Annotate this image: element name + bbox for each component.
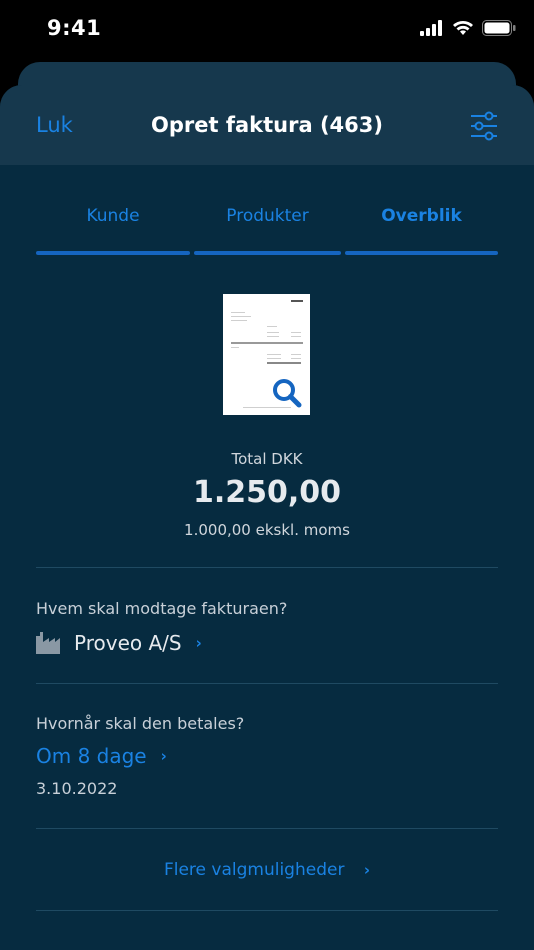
divider: [36, 910, 498, 911]
tab-produkter[interactable]: Produkter: [194, 205, 341, 255]
page-title: Opret faktura (463): [151, 113, 383, 137]
subtotal-text: 1.000,00 ekskl. moms: [184, 521, 350, 539]
more-options-button[interactable]: Flere valgmuligheder ›: [0, 860, 534, 880]
tab-label: Kunde: [86, 206, 140, 226]
preview-line: [291, 358, 301, 359]
preview-line: [291, 354, 301, 355]
preview-line: [267, 336, 279, 337]
invoice-sheet: Luk Opret faktura (463) Kunde Produkter …: [0, 85, 534, 950]
chevron-right-icon: ›: [363, 861, 371, 879]
preview-line: [267, 326, 277, 327]
battery-icon: [482, 20, 516, 36]
due-date: 3.10.2022: [36, 779, 118, 798]
status-time: 9:41: [47, 16, 102, 40]
divider: [36, 828, 498, 829]
divider: [36, 683, 498, 684]
preview-line: [291, 300, 303, 302]
magnifier-icon: [273, 379, 302, 408]
divider: [36, 567, 498, 568]
more-options-label: Flere valgmuligheder: [163, 860, 345, 880]
tab-label: Overblik: [381, 206, 462, 226]
customer-row[interactable]: Proveo A/S ›: [36, 629, 202, 657]
preview-line: [291, 332, 301, 333]
signal-icon: [420, 20, 442, 36]
chevron-right-icon: ›: [195, 634, 202, 652]
wifi-icon: [453, 21, 473, 35]
preview-line: [231, 347, 239, 348]
factory-icon: [36, 632, 60, 654]
payment-term: Om 8 dage: [36, 744, 147, 768]
chevron-right-icon: ›: [160, 747, 167, 765]
tab-label: Produkter: [226, 206, 309, 226]
preview-line: [267, 332, 279, 333]
recipient-question: Hvem skal modtage fakturaen?: [36, 599, 288, 618]
preview-line: [267, 358, 281, 359]
customer-name: Proveo A/S: [74, 631, 182, 655]
tab-overblik[interactable]: Overblik: [345, 205, 498, 255]
nav-bar: Luk Opret faktura (463): [0, 85, 534, 165]
preview-line: [231, 342, 303, 344]
status-bar: 9:41: [0, 0, 534, 60]
tab-bar: Kunde Produkter Overblik: [36, 205, 498, 255]
preview-line: [231, 316, 251, 317]
invoice-preview[interactable]: [223, 294, 310, 415]
preview-line: [267, 362, 301, 364]
preview-line: [231, 312, 245, 313]
preview-line: [267, 354, 281, 355]
preview-line: [291, 336, 301, 337]
tab-indicator: [345, 251, 498, 255]
payment-term-row[interactable]: Om 8 dage ›: [36, 744, 167, 768]
tab-indicator: [36, 251, 190, 255]
tab-kunde[interactable]: Kunde: [36, 205, 190, 255]
sliders-icon[interactable]: [470, 110, 498, 142]
total-label: Total DKK: [231, 450, 303, 468]
status-icons: [420, 20, 516, 36]
preview-line: [231, 320, 247, 321]
payment-question: Hvornår skal den betales?: [36, 714, 245, 733]
tab-indicator: [194, 251, 341, 255]
total-amount: 1.250,00: [192, 475, 342, 510]
